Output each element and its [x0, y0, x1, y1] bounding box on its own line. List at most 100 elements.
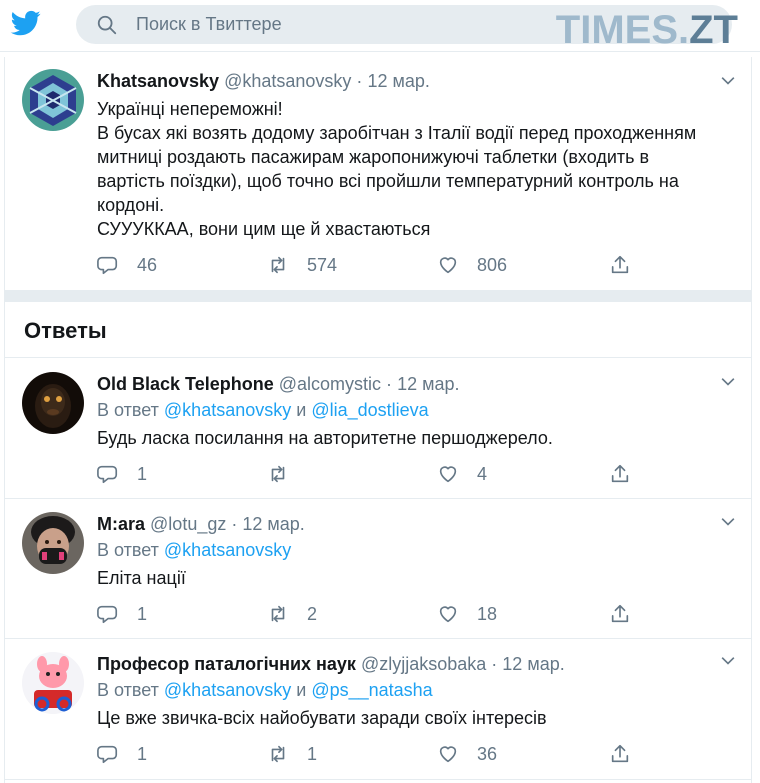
tweet-header: Old Black Telephone @alcomystic · 12 мар…	[97, 374, 459, 395]
retweet-icon	[271, 256, 285, 274]
watermark-part2: ZT	[689, 8, 738, 52]
mention-link[interactable]: @lia_dostlieva	[311, 400, 428, 420]
like-button[interactable]: 806	[437, 253, 507, 277]
separator-dot: ·	[231, 514, 238, 534]
share-icon	[611, 604, 629, 623]
author-handle[interactable]: @alcomystic	[279, 374, 381, 394]
like-button[interactable]: 4	[437, 462, 487, 486]
top-bar: TIMES.ZT	[0, 0, 760, 52]
reply-count: 46	[137, 254, 158, 275]
main-tweet[interactable]: Khatsanovsky @khatsanovsky · 12 мар. Укр…	[4, 57, 752, 290]
share-icon	[611, 255, 629, 274]
share-button[interactable]	[609, 253, 649, 277]
reply-button[interactable]: 1	[97, 742, 147, 766]
tweet-date[interactable]: 12 мар.	[502, 654, 564, 674]
times-zt-watermark: TIMES.ZT	[556, 10, 738, 50]
author-name[interactable]: Професор паталогічних наук	[97, 654, 356, 674]
avatar-mara-icon	[22, 512, 84, 574]
tweet-date[interactable]: 12 мар.	[367, 71, 429, 91]
reply-button[interactable]: 1	[97, 462, 147, 486]
retweet-button[interactable]: 2	[267, 602, 317, 626]
tweet-text: Еліта нації	[97, 568, 186, 588]
avatar-khatsanovsky-icon	[22, 69, 84, 131]
retweet-button[interactable]: 574	[267, 253, 337, 277]
reply-icon	[97, 605, 118, 624]
tweet-actions: 1 1 36	[97, 742, 657, 766]
reply-conjunction: и	[296, 680, 307, 700]
author-handle[interactable]: @zlyjjaksobaka	[361, 654, 486, 674]
like-button[interactable]: 36	[437, 742, 497, 766]
mention-link[interactable]: @khatsanovsky	[164, 680, 291, 700]
chevron-down-icon[interactable]	[718, 651, 738, 671]
avatar[interactable]	[22, 69, 84, 131]
like-button[interactable]: 18	[437, 602, 497, 626]
tweet-actions: 1 4	[97, 462, 657, 486]
author-name[interactable]: M:ara	[97, 514, 145, 534]
like-count: 806	[477, 254, 508, 275]
retweet-button[interactable]: 1	[267, 742, 317, 766]
reply-tweet[interactable]: M:ara @lotu_gz · 12 мар. В ответ @khatsa…	[4, 499, 752, 638]
avatar[interactable]	[22, 372, 84, 434]
retweet-button[interactable]	[267, 462, 307, 486]
reply-icon	[97, 465, 118, 484]
author-name[interactable]: Old Black Telephone	[97, 374, 274, 394]
reply-tweet[interactable]: Професор паталогічних наук @zlyjjaksobak…	[4, 639, 752, 779]
like-count: 36	[477, 743, 498, 764]
divider	[4, 779, 752, 780]
reply-button[interactable]: 46	[97, 253, 157, 277]
reply-icon	[97, 745, 118, 764]
reply-context: В ответ @khatsanovsky и @lia_dostlieva	[97, 400, 429, 421]
tweet-line: вартість поїздки), щоб точно всі пройшли…	[97, 171, 679, 191]
like-count: 4	[477, 463, 488, 484]
chevron-down-icon[interactable]	[718, 512, 738, 532]
tweet-text: Українці непереможні! В бусах які возять…	[97, 97, 696, 241]
author-handle[interactable]: @lotu_gz	[150, 514, 226, 534]
retweet-icon	[271, 465, 285, 483]
reply-prefix: В ответ	[97, 540, 159, 560]
avatar-old-black-telephone-icon	[22, 372, 84, 434]
chevron-down-icon[interactable]	[718, 71, 738, 91]
author-handle[interactable]: @khatsanovsky	[224, 71, 351, 91]
tweet-line: митниці роздають пасажирам жаропонижуючі…	[97, 147, 650, 167]
avatar[interactable]	[22, 512, 84, 574]
tweet-line: В бусах які возять додому заробітчан з І…	[97, 123, 697, 143]
tweet-date[interactable]: 12 мар.	[242, 514, 304, 534]
reply-count: 1	[137, 463, 148, 484]
share-icon	[611, 464, 629, 483]
heart-icon	[439, 606, 457, 623]
mention-link[interactable]: @ps__natasha	[311, 680, 432, 700]
heart-icon	[439, 257, 457, 274]
reply-button[interactable]: 1	[97, 602, 147, 626]
mention-link[interactable]: @khatsanovsky	[164, 540, 291, 560]
twitter-logo-icon[interactable]	[10, 8, 42, 38]
retweet-icon	[271, 605, 285, 623]
tweet-line: СУУУККАА, вони цим ще й хвастаються	[97, 219, 431, 239]
retweet-count: 1	[307, 743, 318, 764]
chevron-down-icon[interactable]	[718, 372, 738, 392]
replies-heading: Ответы	[24, 318, 107, 343]
heart-icon	[439, 746, 457, 763]
tweet-date[interactable]: 12 мар.	[397, 374, 459, 394]
separator-dot: ·	[386, 374, 393, 394]
retweet-count: 2	[307, 603, 318, 624]
avatar-profesor-icon	[22, 652, 84, 714]
share-button[interactable]	[609, 602, 649, 626]
reply-context: В ответ @khatsanovsky	[97, 540, 291, 561]
share-button[interactable]	[609, 462, 649, 486]
heart-icon	[439, 466, 457, 483]
section-gap	[4, 290, 752, 302]
tweet-line: кордоні.	[97, 195, 165, 215]
reply-conjunction: и	[296, 400, 307, 420]
reply-tweet[interactable]: Old Black Telephone @alcomystic · 12 мар…	[4, 358, 752, 498]
tweet-text: Будь ласка посилання на авторитетне перш…	[97, 428, 553, 448]
tweet-header: M:ara @lotu_gz · 12 мар.	[97, 514, 305, 535]
share-button[interactable]	[609, 742, 649, 766]
mention-link[interactable]: @khatsanovsky	[164, 400, 291, 420]
author-name[interactable]: Khatsanovsky	[97, 71, 219, 91]
tweet-line: Українці непереможні!	[97, 99, 283, 119]
separator-dot: ·	[491, 654, 498, 674]
search-input[interactable]	[136, 5, 556, 44]
avatar[interactable]	[22, 652, 84, 714]
reply-prefix: В ответ	[97, 680, 159, 700]
tweet-text: Це вже звичка-всіх найобувати заради сво…	[97, 708, 547, 728]
